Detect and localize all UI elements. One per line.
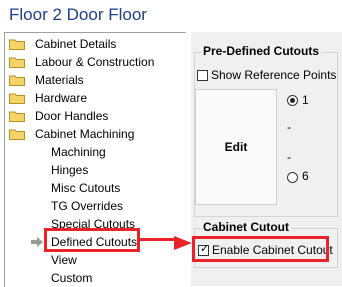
connector-arrowhead-icon — [174, 236, 192, 250]
radio-selected-dot — [290, 98, 295, 103]
radio-option-6-label: 6 — [302, 169, 309, 183]
tree-item-label: Misc Cutouts — [51, 181, 121, 195]
defined-cutouts-highlight — [44, 228, 140, 252]
window-title: Floor 2 Door Floor — [9, 5, 147, 24]
folder-icon — [9, 39, 25, 50]
tree-item-label: Custom — [51, 271, 93, 285]
dash-indicator-bottom: - — [287, 150, 291, 164]
tree-item-label: Machining — [51, 145, 106, 159]
tree-item-label: Materials — [35, 73, 84, 87]
tree-item-label: Door Handles — [35, 109, 109, 123]
folder-icon — [9, 93, 25, 104]
show-reference-points-label: Show Reference Points — [211, 68, 337, 82]
tree-item-label: Cabinet Details — [35, 37, 117, 51]
show-reference-points-checkbox[interactable] — [197, 70, 208, 81]
folder-icon — [9, 75, 25, 86]
radio-option-1[interactable] — [287, 95, 298, 106]
open-folder-icon — [9, 129, 25, 140]
radio-option-1-label: 1 — [302, 93, 309, 107]
folder-icon — [9, 111, 25, 122]
selected-arrow-icon — [31, 237, 43, 247]
dash-indicator-top: - — [287, 120, 291, 134]
cabinet-cutout-title: Cabinet Cutout — [201, 220, 291, 234]
folder-icon — [9, 57, 25, 68]
enable-cutout-highlight — [192, 236, 329, 262]
tree-item-label: TG Overrides — [51, 199, 124, 213]
tree-item-label: Hardware — [35, 91, 88, 105]
tree-item-label: Cabinet Machining — [35, 127, 135, 141]
predefined-cutouts-title: Pre-Defined Cutouts — [201, 44, 322, 58]
radio-option-6[interactable] — [287, 172, 298, 183]
edit-button[interactable]: Edit — [195, 89, 277, 205]
tree-item-label: View — [51, 253, 77, 267]
connector-line — [140, 238, 176, 241]
tree-item-label: Hinges — [51, 163, 89, 177]
tree-item-label: Labour & Construction — [35, 55, 155, 69]
